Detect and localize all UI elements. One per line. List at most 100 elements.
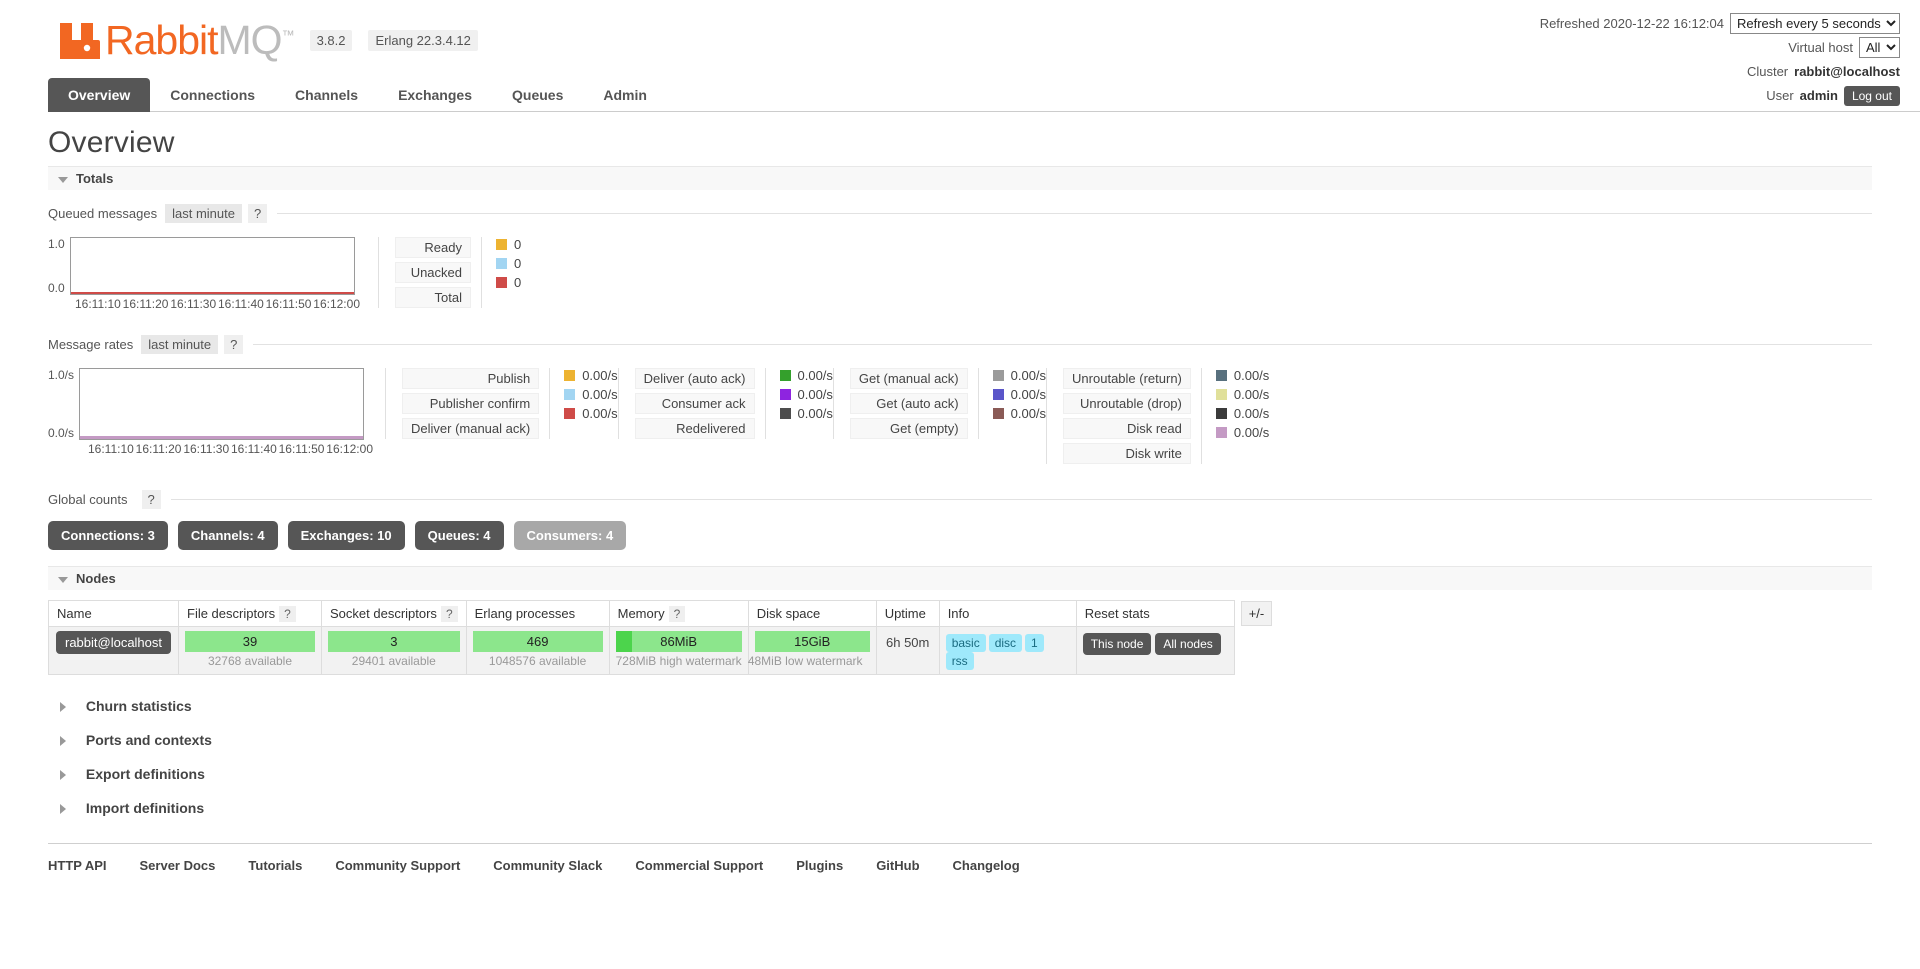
info-tag-count[interactable]: 1 — [1025, 634, 1044, 652]
legend-button-get-manual-ack[interactable]: Get (manual ack) — [849, 368, 968, 389]
cell-socket-descriptors: 3 29401 available — [321, 626, 467, 675]
legend-button-publish[interactable]: Publish — [402, 368, 540, 389]
section-import-definitions-label: Import definitions — [85, 800, 205, 816]
legend-button-unroutable-drop[interactable]: Unroutable (drop) — [1063, 393, 1191, 414]
footer-link-changelog[interactable]: Changelog — [953, 858, 1020, 873]
queued-range-chip[interactable]: last minute — [165, 204, 242, 223]
legend-button-redelivered[interactable]: Redelivered — [634, 418, 755, 439]
main-nav-tabs: Overview Connections Channels Exchanges … — [48, 77, 1920, 112]
legend-button-get-empty[interactable]: Get (empty) — [849, 418, 968, 439]
tab-overview[interactable]: Overview — [48, 78, 151, 112]
section-nodes[interactable]: Nodes — [48, 566, 1872, 590]
legend-value-total: 0 — [496, 275, 521, 290]
erlang-processes-note: 1048576 available — [488, 654, 587, 668]
legend-button-disk-read[interactable]: Disk read — [1063, 418, 1191, 439]
count-connections[interactable]: Connections: 3 — [48, 521, 168, 550]
reset-all-nodes-button[interactable]: All nodes — [1155, 633, 1221, 655]
queued-legend-values: 0 0 0 — [481, 237, 521, 308]
count-exchanges[interactable]: Exchanges: 10 — [287, 521, 405, 550]
file-descriptors-help-icon[interactable]: ? — [279, 606, 296, 622]
rabbitmq-logo-icon — [60, 22, 100, 59]
legend-button-disk-write[interactable]: Disk write — [1063, 443, 1191, 464]
header-rule — [253, 344, 1872, 345]
legend-value-get-empty-text: 0.00/s — [1010, 406, 1047, 421]
tab-exchanges[interactable]: Exchanges — [378, 78, 492, 112]
section-totals[interactable]: Totals — [48, 166, 1872, 190]
legend-value-redelivered-text: 0.00/s — [797, 406, 833, 421]
section-churn-statistics[interactable]: Churn statistics — [48, 689, 1872, 723]
swatch-publish-icon — [564, 370, 576, 381]
legend-value-ready: 0 — [496, 237, 521, 252]
legend-button-deliver-auto-ack[interactable]: Deliver (auto ack) — [634, 368, 755, 389]
legend-button-publisher-confirm[interactable]: Publisher confirm — [402, 393, 540, 414]
swatch-unroutable-drop-icon — [1215, 389, 1227, 400]
legend-button-get-auto-ack[interactable]: Get (auto ack) — [849, 393, 968, 414]
legend-button-unroutable-return[interactable]: Unroutable (return) — [1063, 368, 1191, 389]
node-name-link[interactable]: rabbit@localhost — [55, 631, 172, 654]
footer-link-http-api[interactable]: HTTP API — [48, 858, 107, 873]
reset-this-node-button[interactable]: This node — [1082, 633, 1152, 655]
queued-messages-title: Queued messages — [48, 206, 158, 221]
cell-spacer — [1234, 627, 1273, 675]
cell-erlang-processes: 469 1048576 available — [465, 626, 610, 675]
global-counts-help-icon[interactable]: ? — [141, 490, 161, 509]
count-queues[interactable]: Queues: 4 — [414, 521, 504, 550]
tab-connections[interactable]: Connections — [150, 78, 275, 112]
vhost-row: Virtual host All — [1540, 37, 1900, 58]
section-import-definitions[interactable]: Import definitions — [48, 791, 1872, 825]
toggle-columns-button[interactable]: +/- — [1240, 601, 1273, 626]
col-plusminus: +/- — [1234, 601, 1273, 627]
info-tag-rss[interactable]: rss — [945, 652, 974, 670]
socket-descriptors-value: 3 — [390, 634, 398, 649]
count-channels[interactable]: Channels: 4 — [177, 521, 278, 550]
rates-legend-group-3: Get (manual ack) Get (auto ack) Get (emp… — [832, 368, 1047, 439]
memory-bar: 86MiB — [615, 631, 742, 652]
rates-plot-area — [79, 368, 365, 440]
tab-channels[interactable]: Channels — [275, 78, 378, 112]
refresh-interval-select[interactable]: Refresh every 5 seconds — [1730, 13, 1900, 34]
footer-link-community-support[interactable]: Community Support — [335, 858, 460, 873]
legend-button-unacked[interactable]: Unacked — [395, 262, 471, 283]
version-badge: 3.8.2 — [309, 30, 353, 51]
footer-link-github[interactable]: GitHub — [876, 858, 919, 873]
footer-link-commercial-support[interactable]: Commercial Support — [635, 858, 763, 873]
col-memory-label: Memory — [617, 606, 665, 621]
message-rates-header: Message rates last minute ? — [48, 335, 1872, 354]
section-export-definitions[interactable]: Export definitions — [48, 757, 1872, 791]
tab-queues[interactable]: Queues — [492, 78, 583, 112]
rates-legend-names-2: Deliver (auto ack) Consumer ack Redelive… — [619, 368, 765, 439]
vhost-select[interactable]: All — [1859, 37, 1900, 58]
reset-stats-buttons: This node All nodes — [1082, 631, 1228, 655]
message-rates-chart: 1.0/s 0.0/s 16:11:10 16:11:20 16:11:30 1… — [48, 368, 373, 456]
file-descriptors-bar: 39 — [185, 631, 315, 652]
global-counts-header: Global counts ? — [48, 490, 1872, 509]
legend-button-consumer-ack[interactable]: Consumer ack — [634, 393, 755, 414]
footer-link-plugins[interactable]: Plugins — [796, 858, 843, 873]
info-tag-basic[interactable]: basic — [945, 634, 986, 652]
memory-help-icon[interactable]: ? — [668, 606, 686, 622]
refresh-row: Refreshed 2020-12-22 16:12:04 Refresh ev… — [1540, 13, 1900, 34]
footer-link-community-slack[interactable]: Community Slack — [493, 858, 602, 873]
footer-link-server-docs[interactable]: Server Docs — [140, 858, 216, 873]
rates-ytick-max: 1.0/s — [48, 368, 75, 382]
col-erlang-processes: Erlang processes — [465, 600, 610, 627]
legend-button-total[interactable]: Total — [395, 287, 471, 308]
queued-ytick-min: 0.0 — [48, 281, 65, 295]
queued-help-icon[interactable]: ? — [248, 204, 268, 223]
info-tag-disc[interactable]: disc — [988, 634, 1023, 652]
legend-button-ready[interactable]: Ready — [395, 237, 471, 258]
queued-messages-header: Queued messages last minute ? — [48, 204, 1872, 223]
rates-y-axis: 1.0/s 0.0/s — [48, 368, 79, 440]
queued-ytick-max: 1.0 — [48, 237, 65, 251]
rates-help-icon[interactable]: ? — [224, 335, 244, 354]
legend-button-deliver-manual-ack[interactable]: Deliver (manual ack) — [402, 418, 540, 439]
footer-link-tutorials[interactable]: Tutorials — [248, 858, 302, 873]
chevron-right-icon — [60, 770, 66, 781]
brand-logo[interactable]: RabbitMQ™ 3.8.2 Erlang 22.3.4.12 — [58, 20, 478, 61]
tab-admin[interactable]: Admin — [583, 78, 667, 112]
rates-range-chip[interactable]: last minute — [141, 335, 219, 354]
section-totals-label: Totals — [76, 171, 114, 186]
socket-descriptors-note: 29401 available — [351, 654, 436, 668]
section-ports-and-contexts[interactable]: Ports and contexts — [48, 723, 1872, 757]
socket-descriptors-help-icon[interactable]: ? — [440, 606, 458, 622]
